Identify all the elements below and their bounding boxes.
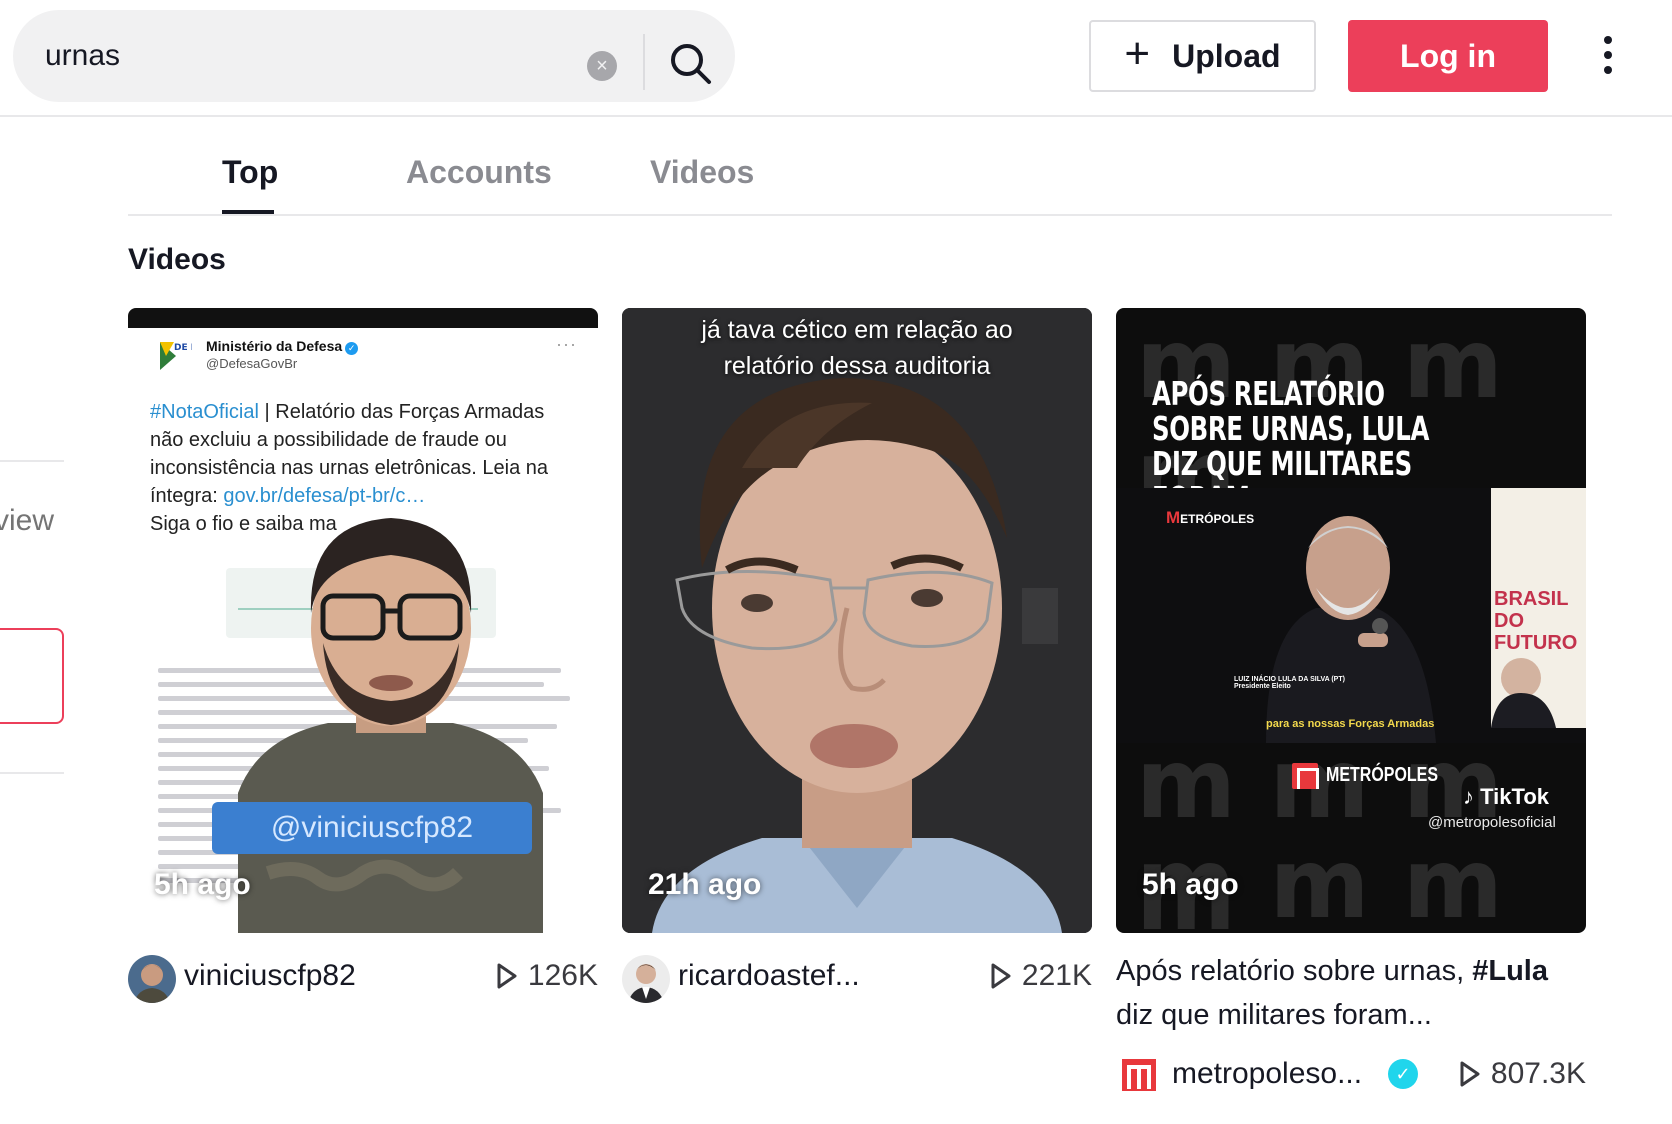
- play-icon: [991, 963, 1011, 989]
- search-button[interactable]: [665, 38, 717, 90]
- avatar[interactable]: [622, 955, 670, 1003]
- video-meta: metropoleso... ✓ 807.3K: [1116, 1051, 1586, 1107]
- play-count: 126K: [496, 959, 598, 993]
- login-button[interactable]: Log in: [1348, 20, 1548, 92]
- video-author[interactable]: ricardoastef...: [678, 959, 860, 993]
- event-banner: BRASIL DO FUTURO: [1494, 588, 1578, 654]
- video-thumbnail[interactable]: m m m m m m m m m m m m APÓS RELATÓRIO S…: [1116, 308, 1586, 933]
- thumbnail-topbar: [128, 308, 598, 328]
- video-time-ago: 21h ago: [648, 868, 762, 901]
- sidebar-login-box[interactable]: [0, 628, 64, 724]
- clear-search-icon[interactable]: ×: [587, 51, 617, 81]
- presenter-image: [238, 518, 543, 933]
- tweet-handle: @DefesaGovBr: [206, 356, 298, 371]
- video-subtitle: para as nossas Forças Armadas: [1266, 718, 1435, 730]
- tweet-hashtag: #NotaOficial: [150, 401, 259, 423]
- logo-line1: DE FE SA: [174, 343, 192, 353]
- search-bar: ×: [13, 10, 735, 102]
- description-hashtag[interactable]: #Lula: [1472, 955, 1548, 987]
- search-tabs: Top Accounts Videos: [128, 130, 1612, 216]
- selfie-image: [622, 308, 1092, 933]
- video-meta: ricardoastef... 221K: [622, 953, 1092, 1033]
- metropoles-logo-icon: [1292, 763, 1319, 789]
- more-options-icon[interactable]: [1596, 36, 1620, 80]
- upload-label: Upload: [1172, 37, 1281, 74]
- top-header: × + Upload Log in: [0, 0, 1672, 117]
- video-caption-overlay: já tava cético em relação ao relatório de…: [701, 316, 1013, 380]
- video-time-ago: 5h ago: [1142, 868, 1239, 901]
- play-icon: [497, 963, 517, 989]
- video-meta: viniciuscfp82 126K: [128, 953, 598, 1033]
- search-input[interactable]: [45, 32, 565, 80]
- brand-watermark: METRÓPOLES: [1166, 508, 1255, 527]
- search-icon: [671, 44, 711, 84]
- upload-button[interactable]: + Upload: [1089, 20, 1316, 92]
- video-card[interactable]: m m m m m m m m m m m m APÓS RELATÓRIO S…: [1116, 308, 1586, 1107]
- video-card[interactable]: já tava cético em relação ao relatório de…: [622, 308, 1092, 1033]
- sidebar-partial-text: view: [0, 504, 55, 537]
- verified-badge-icon: ✓: [345, 342, 359, 355]
- tiktok-watermark-handle: @metropolesoficial: [1428, 814, 1556, 831]
- video-card[interactable]: DE FE SA Ministério da Defesa✓ @DefesaGo…: [128, 308, 598, 1033]
- tweet-author: Ministério da Defesa ✓: [206, 338, 359, 355]
- speaker-lower-third: LUIZ INÁCIO LULA DA SILVA (PT) Presidente…: [1234, 676, 1345, 690]
- tab-accounts[interactable]: Accounts: [406, 154, 552, 191]
- creator-tag-overlay: @viniciuscfp82: [212, 802, 532, 854]
- search-divider: [643, 34, 645, 90]
- video-description[interactable]: Após relatório sobre urnas, #Lula diz qu…: [1116, 949, 1586, 1037]
- avatar[interactable]: [128, 955, 176, 1003]
- active-tab-indicator: [222, 210, 274, 214]
- video-author[interactable]: viniciuscfp82: [184, 959, 356, 993]
- play-icon: [1460, 1061, 1480, 1087]
- play-count: 807.3K: [1459, 1057, 1586, 1091]
- brand-name: METRÓPOLES: [1326, 764, 1439, 786]
- sidebar-divider: [0, 460, 64, 462]
- tab-videos[interactable]: Videos: [650, 154, 754, 191]
- tiktok-logo-icon: ♪ TikTok: [1463, 784, 1549, 809]
- metropoles-avatar-icon[interactable]: [1120, 1055, 1158, 1093]
- video-thumbnail[interactable]: DE FE SA Ministério da Defesa✓ @DefesaGo…: [128, 308, 598, 933]
- tab-top[interactable]: Top: [222, 154, 278, 191]
- defesa-logo-icon: DE FE SA: [160, 342, 192, 370]
- tweet-more-icon: ···: [556, 334, 577, 354]
- plus-icon: +: [1124, 29, 1151, 78]
- section-title: Videos: [128, 243, 226, 276]
- verified-badge-icon: ✓: [1388, 1059, 1418, 1089]
- sidebar-divider: [0, 772, 64, 774]
- play-count: 221K: [990, 959, 1092, 993]
- video-author[interactable]: metropoleso...: [1172, 1057, 1362, 1091]
- video-time-ago: 5h ago: [154, 868, 251, 901]
- video-thumbnail[interactable]: já tava cético em relação ao relatório de…: [622, 308, 1092, 933]
